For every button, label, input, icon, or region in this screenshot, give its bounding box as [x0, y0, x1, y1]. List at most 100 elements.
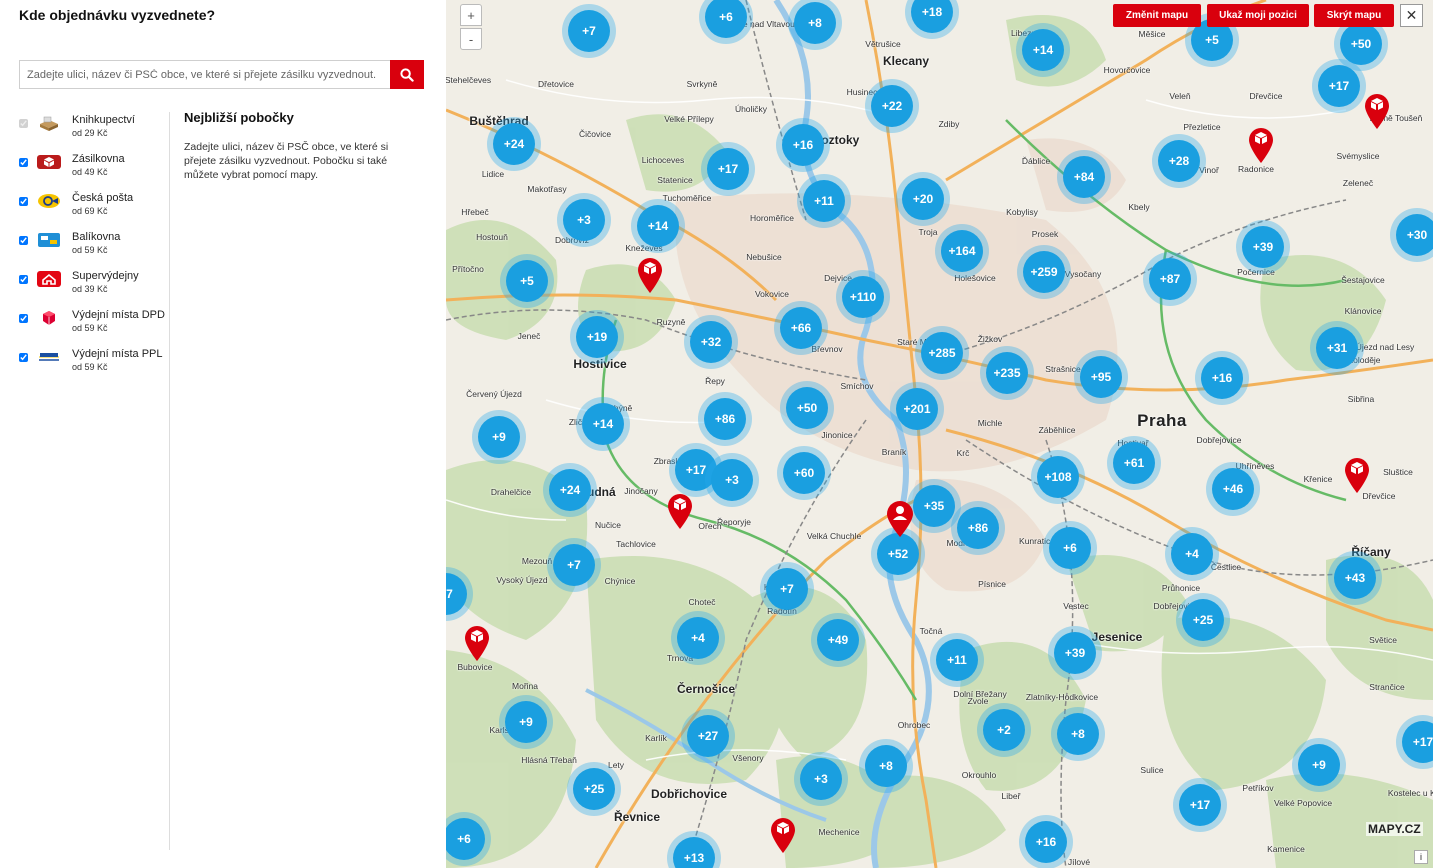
branch-cluster[interactable]: +7: [766, 568, 808, 610]
branch-cluster[interactable]: +87: [1149, 258, 1191, 300]
branch-cluster[interactable]: +2: [983, 709, 1025, 751]
carrier-checkbox-knihkupectvi[interactable]: [19, 119, 28, 128]
branch-cluster[interactable]: +3: [563, 199, 605, 241]
zoom-in-button[interactable]: +: [460, 4, 482, 26]
branch-cluster[interactable]: +25: [1182, 599, 1224, 641]
branch-cluster[interactable]: +95: [1080, 356, 1122, 398]
branch-cluster[interactable]: +8: [865, 745, 907, 787]
branch-cluster[interactable]: +86: [957, 507, 999, 549]
branch-cluster[interactable]: +4: [677, 617, 719, 659]
branch-cluster[interactable]: +66: [780, 307, 822, 349]
place-label: Vokovice: [754, 289, 790, 299]
branch-cluster[interactable]: +17: [707, 148, 749, 190]
branch-cluster[interactable]: +30: [1396, 214, 1433, 256]
place-label: Dolní Břežany: [953, 689, 1007, 699]
branch-cluster[interactable]: +28: [1158, 140, 1200, 182]
branch-cluster[interactable]: +50: [786, 387, 828, 429]
branch-cluster[interactable]: +9: [505, 701, 547, 743]
branch-cluster[interactable]: +22: [871, 85, 913, 127]
place-label: Bubovice: [457, 662, 493, 672]
change-map-button[interactable]: Změnit mapu: [1113, 4, 1201, 27]
branch-cluster[interactable]: +20: [902, 178, 944, 220]
zoom-out-button[interactable]: -: [460, 28, 482, 50]
branch-pin[interactable]: [769, 816, 797, 854]
branch-pin[interactable]: [666, 492, 694, 530]
branch-cluster[interactable]: +9: [1298, 744, 1340, 786]
branch-cluster[interactable]: +7: [568, 10, 610, 52]
carrier-checkbox-ceska-posta[interactable]: [19, 197, 28, 206]
branch-cluster[interactable]: +39: [1242, 226, 1284, 268]
branch-cluster[interactable]: +17: [1318, 65, 1360, 107]
branch-cluster[interactable]: +52: [877, 533, 919, 575]
search-button[interactable]: [390, 60, 424, 89]
branch-cluster[interactable]: +86: [704, 398, 746, 440]
branch-cluster[interactable]: +14: [1022, 29, 1064, 71]
branch-pin[interactable]: [1343, 456, 1371, 494]
branch-cluster[interactable]: +14: [582, 403, 624, 445]
branch-cluster[interactable]: +46: [1212, 468, 1254, 510]
branch-pin[interactable]: [463, 624, 491, 662]
branch-cluster[interactable]: +235: [986, 352, 1028, 394]
branch-cluster[interactable]: +14: [637, 205, 679, 247]
user-location-pin[interactable]: [886, 500, 914, 538]
branch-cluster[interactable]: +8: [794, 2, 836, 44]
place-label: Drahelčice: [490, 487, 532, 497]
branch-cluster[interactable]: +24: [549, 469, 591, 511]
branch-cluster[interactable]: +11: [936, 639, 978, 681]
branch-cluster[interactable]: +43: [1334, 557, 1376, 599]
branch-cluster[interactable]: +19: [576, 316, 618, 358]
carrier-checkbox-balikovna[interactable]: [19, 236, 28, 245]
carrier-item-knihkupectvi: Knihkupectví od 29 Kč: [19, 112, 169, 151]
show-my-position-button[interactable]: Ukaž moji pozici: [1207, 4, 1309, 27]
branch-cluster[interactable]: +16: [1025, 821, 1067, 863]
branch-cluster[interactable]: +3: [800, 758, 842, 800]
branch-cluster[interactable]: +259: [1023, 251, 1065, 293]
branch-cluster[interactable]: +285: [921, 332, 963, 374]
branch-cluster[interactable]: +6: [1049, 527, 1091, 569]
branch-cluster[interactable]: +60: [783, 452, 825, 494]
info-icon[interactable]: i: [1414, 850, 1428, 864]
branch-cluster[interactable]: +16: [1201, 357, 1243, 399]
branch-cluster[interactable]: +7: [553, 544, 595, 586]
branch-cluster[interactable]: +164: [941, 230, 983, 272]
carrier-checkbox-ppl[interactable]: [19, 353, 28, 362]
branch-cluster[interactable]: +110: [842, 276, 884, 318]
place-label: Dobřichovice: [650, 787, 728, 801]
search-input[interactable]: [19, 60, 390, 89]
branch-cluster[interactable]: +9: [478, 416, 520, 458]
branch-cluster[interactable]: +11: [803, 180, 845, 222]
place-label: Řepy: [705, 376, 725, 386]
carrier-checkbox-dpd[interactable]: [19, 314, 28, 323]
branch-cluster[interactable]: +201: [896, 388, 938, 430]
branch-cluster[interactable]: +108: [1037, 456, 1079, 498]
branch-cluster[interactable]: +25: [573, 768, 615, 810]
place-label: Strančice: [1369, 682, 1405, 692]
branch-cluster[interactable]: +17: [1179, 784, 1221, 826]
branch-pin[interactable]: [1363, 92, 1391, 130]
branch-cluster[interactable]: +16: [782, 124, 824, 166]
branch-cluster[interactable]: +4: [1171, 533, 1213, 575]
branch-cluster[interactable]: +27: [687, 715, 729, 757]
map[interactable]: Libčice nad VltavouKlecanyVětrušiceLibez…: [446, 0, 1433, 868]
close-icon[interactable]: ✕: [1400, 4, 1423, 27]
branch-cluster[interactable]: +49: [817, 619, 859, 661]
carrier-checkbox-zasilkovna[interactable]: [19, 158, 28, 167]
branch-cluster[interactable]: +5: [506, 260, 548, 302]
place-label: Petříkov: [1242, 783, 1274, 793]
branch-cluster[interactable]: +84: [1063, 156, 1105, 198]
branch-cluster[interactable]: +3: [711, 459, 753, 501]
branch-cluster[interactable]: +39: [1054, 632, 1096, 674]
branch-cluster[interactable]: +24: [493, 123, 535, 165]
hide-map-button[interactable]: Skrýt mapu: [1314, 4, 1394, 27]
branch-cluster[interactable]: +31: [1316, 327, 1358, 369]
branch-cluster[interactable]: +8: [1057, 713, 1099, 755]
branch-cluster[interactable]: +61: [1113, 442, 1155, 484]
branch-cluster[interactable]: +50: [1340, 23, 1382, 65]
branch-cluster[interactable]: +32: [690, 321, 732, 363]
branch-cluster[interactable]: +35: [913, 485, 955, 527]
mapy-cz-logo[interactable]: MAPY.CZ: [1366, 822, 1423, 836]
carrier-checkbox-supervydejny[interactable]: [19, 275, 28, 284]
branch-pin[interactable]: [636, 256, 664, 294]
place-label: Písnice: [978, 579, 1006, 589]
branch-pin[interactable]: [1247, 126, 1275, 164]
